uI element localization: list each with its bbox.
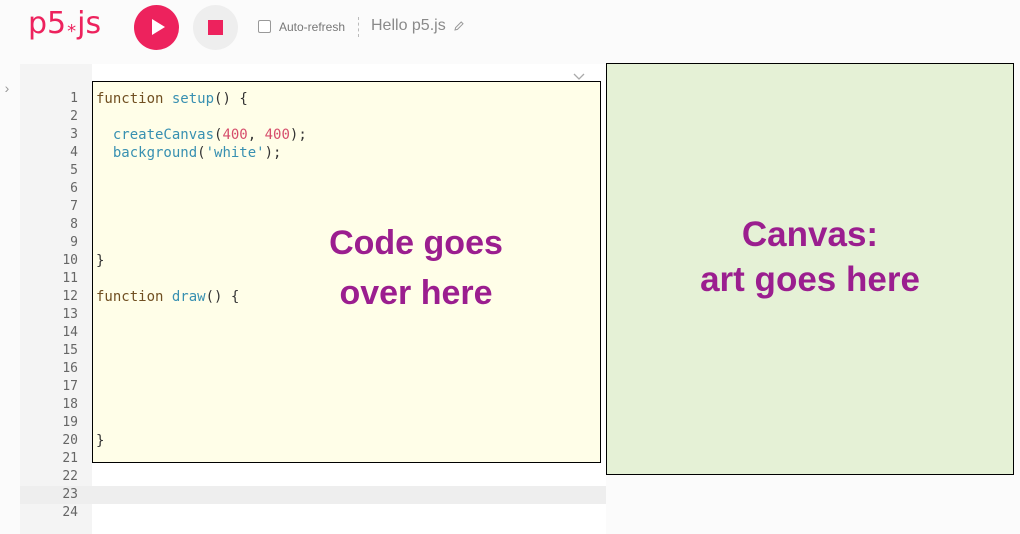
chevron-down-icon[interactable] bbox=[572, 70, 586, 84]
canvas-annotation-line1: Canvas: bbox=[741, 215, 879, 254]
play-button[interactable] bbox=[134, 5, 179, 50]
line-number: 15 bbox=[62, 343, 78, 358]
logo-suffix: js bbox=[77, 6, 102, 41]
line-number: 21 bbox=[62, 451, 78, 466]
line-number: 17 bbox=[62, 379, 78, 394]
string-literal: 'white' bbox=[205, 145, 265, 161]
function-name: setup bbox=[171, 91, 215, 107]
toolbar: p5*js Auto-refresh Hello p5.js bbox=[0, 0, 1020, 58]
punctuation: } bbox=[96, 253, 105, 269]
keyword: function bbox=[96, 91, 164, 107]
punctuation: , bbox=[247, 127, 265, 143]
play-icon bbox=[152, 19, 165, 35]
line-number: 22 bbox=[62, 469, 78, 484]
punctuation: ); bbox=[264, 145, 282, 161]
punctuation: ); bbox=[289, 127, 307, 143]
project-name[interactable]: Hello p5.js bbox=[371, 17, 446, 35]
line-number: 16 bbox=[62, 361, 78, 376]
line-number: 14 bbox=[62, 325, 78, 340]
line-number: 11 bbox=[62, 271, 78, 286]
chevron-right-icon[interactable]: › bbox=[0, 78, 14, 98]
number-literal: 400 bbox=[264, 127, 290, 143]
line-number: 18 bbox=[62, 397, 78, 412]
function-call: background bbox=[112, 145, 198, 161]
line-numbers: 1 2 3 4 5 6 7 8 9 10 11 12 13 14 15 16 17 18 19 20 21 22 23 24 bbox=[20, 90, 78, 522]
line-number: 23 bbox=[62, 487, 78, 502]
code-annotation-line1: Code goes bbox=[329, 224, 503, 262]
line-number: 9 bbox=[70, 235, 78, 250]
stop-button[interactable] bbox=[193, 5, 238, 50]
punctuation: () { bbox=[205, 289, 240, 305]
keyword: function bbox=[96, 289, 164, 305]
line-number: 24 bbox=[62, 505, 78, 520]
line-number: 8 bbox=[70, 217, 78, 232]
code-line-4: background('white'); bbox=[96, 144, 596, 162]
p5-editor-app: p5*js Auto-refresh Hello p5.js › 1234567… bbox=[0, 0, 1020, 534]
toolbar-divider bbox=[358, 17, 359, 37]
line-number: 2 bbox=[70, 109, 78, 124]
code-line-3: createCanvas(400, 400); bbox=[96, 126, 596, 144]
active-line-highlight bbox=[20, 486, 606, 504]
logo-text: p5 bbox=[28, 6, 67, 41]
canvas-annotation: Canvas: art goes here bbox=[606, 212, 1014, 302]
line-number: 6 bbox=[70, 181, 78, 196]
function-name: draw bbox=[171, 289, 206, 305]
line-number: 3 bbox=[70, 127, 78, 142]
line-number: 19 bbox=[62, 415, 78, 430]
number-literal: 400 bbox=[222, 127, 248, 143]
code-annotation-line2: over here bbox=[339, 274, 493, 312]
pencil-icon[interactable] bbox=[453, 20, 465, 32]
line-number: 5 bbox=[70, 163, 78, 178]
line-number: 7 bbox=[70, 199, 78, 214]
line-number: 13 bbox=[62, 307, 78, 322]
line-number: 1 bbox=[70, 91, 78, 106]
code-annotation: Code goes over here bbox=[300, 218, 532, 318]
line-number: 4 bbox=[70, 145, 78, 160]
logo-star: * bbox=[67, 21, 77, 42]
line-number: 20 bbox=[62, 433, 78, 448]
canvas-annotation-line2: art goes here bbox=[700, 260, 920, 299]
auto-refresh-label[interactable]: Auto-refresh bbox=[279, 20, 345, 34]
line-number: 10 bbox=[62, 253, 78, 268]
punctuation: () { bbox=[214, 91, 248, 107]
function-call: createCanvas bbox=[112, 127, 215, 143]
line-number: 12 bbox=[62, 289, 78, 304]
punctuation: } bbox=[96, 433, 105, 449]
stop-icon bbox=[208, 20, 223, 35]
punctuation: ( bbox=[197, 145, 206, 161]
auto-refresh-checkbox[interactable] bbox=[258, 20, 271, 33]
code-line-20: } bbox=[96, 432, 596, 450]
code-line-1: function setup() { bbox=[96, 90, 596, 108]
p5-logo[interactable]: p5*js bbox=[28, 4, 101, 48]
